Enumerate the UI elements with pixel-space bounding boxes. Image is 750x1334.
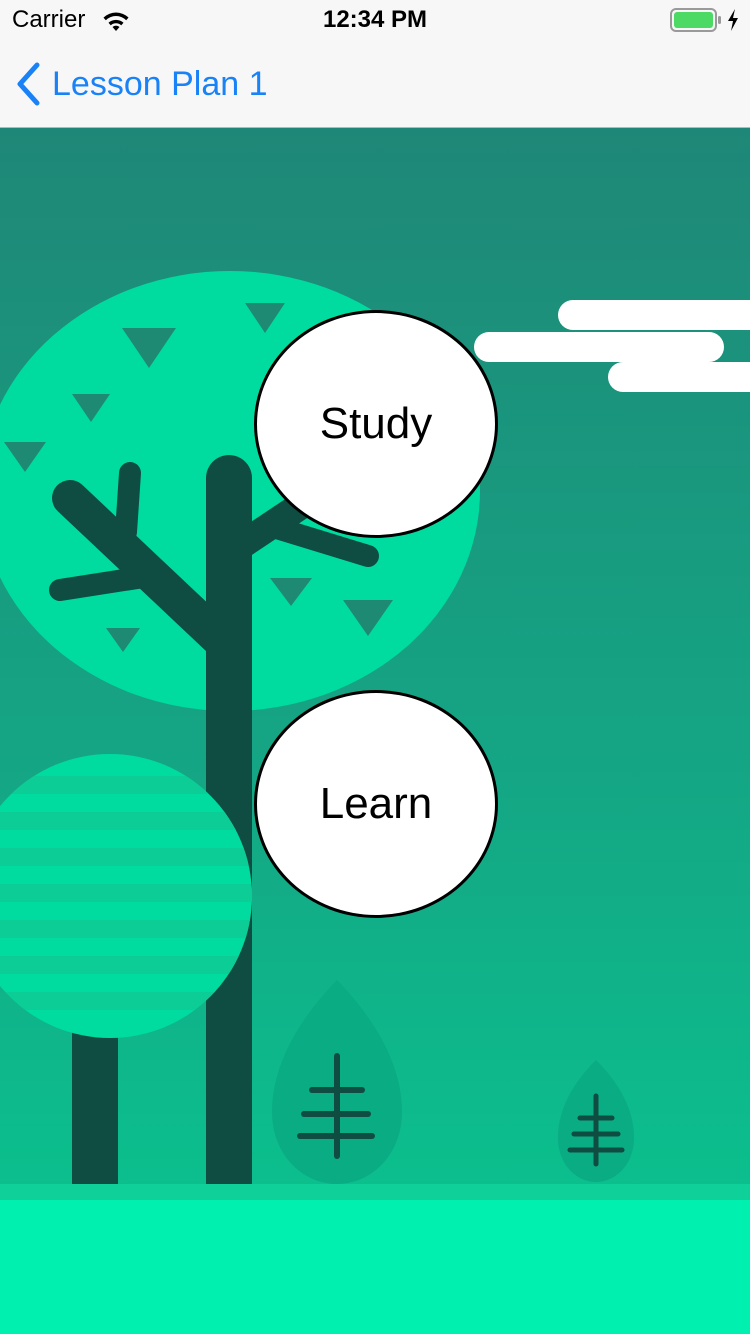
status-bar: Carrier 12:34 PM — [0, 0, 750, 40]
study-button[interactable]: Study — [254, 310, 498, 538]
status-time: 12:34 PM — [322, 6, 428, 33]
back-button[interactable]: Lesson Plan 1 — [14, 60, 268, 108]
back-button-label: Lesson Plan 1 — [52, 65, 268, 103]
app-screen: Carrier 12:34 PM Lesson Plan 1 Study Lea… — [0, 0, 750, 1334]
chevron-left-icon — [17, 62, 40, 106]
top-chrome: Carrier 12:34 PM Lesson Plan 1 — [0, 0, 750, 128]
learn-button[interactable]: Learn — [254, 690, 498, 918]
battery-icon — [670, 8, 721, 32]
charging-bolt-icon — [728, 9, 738, 31]
navigation-bar: Lesson Plan 1 — [0, 40, 750, 128]
